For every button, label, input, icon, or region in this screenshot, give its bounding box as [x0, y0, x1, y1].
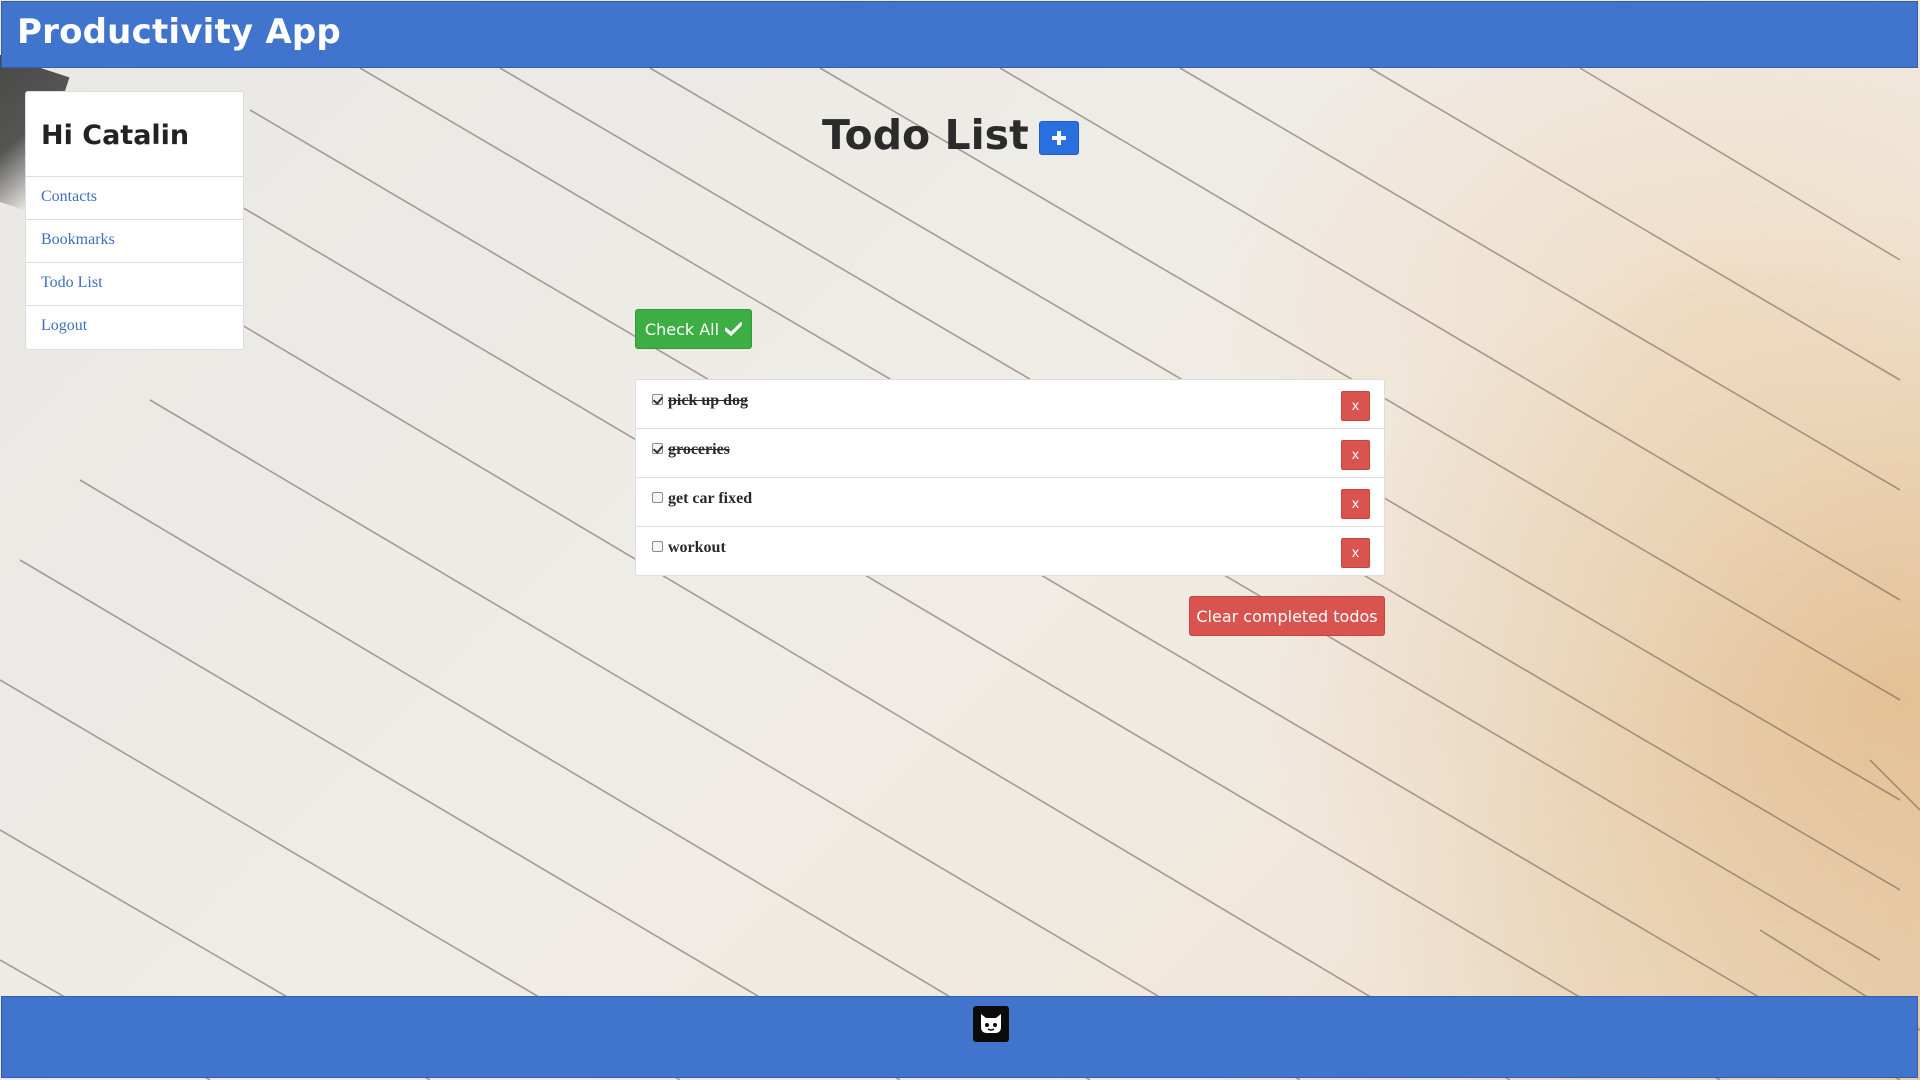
check-all-button[interactable]: Check All — [635, 309, 752, 349]
github-link[interactable] — [973, 1006, 1009, 1042]
app-brand[interactable]: Productivity App — [17, 12, 341, 52]
todo-text[interactable]: get car fixed — [668, 490, 752, 508]
todo-item: pick up dog x — [636, 380, 1384, 429]
sidebar-greeting: Hi Catalin — [26, 92, 243, 177]
delete-todo-button[interactable]: x — [1341, 489, 1370, 519]
todo-checkbox[interactable] — [652, 541, 663, 552]
page-title-row: Todo List — [822, 110, 1079, 160]
top-navbar: Productivity App — [1, 1, 1918, 68]
todo-text[interactable]: groceries — [668, 441, 730, 459]
sidebar-item-logout[interactable]: Logout — [26, 306, 243, 349]
todo-item: workout x — [636, 527, 1384, 575]
delete-todo-button[interactable]: x — [1341, 440, 1370, 470]
todo-checkbox[interactable] — [652, 394, 663, 405]
sidebar-item-bookmarks[interactable]: Bookmarks — [26, 220, 243, 263]
delete-todo-button[interactable]: x — [1341, 391, 1370, 421]
todo-item: get car fixed x — [636, 478, 1384, 527]
todo-checkbox[interactable] — [652, 443, 663, 454]
clear-completed-button[interactable]: Clear completed todos — [1189, 596, 1385, 636]
todo-checkbox[interactable] — [652, 492, 663, 503]
plus-icon — [1051, 131, 1066, 145]
sidebar-panel: Hi Catalin Contacts Bookmarks Todo List … — [25, 91, 244, 350]
checkmark-icon — [725, 322, 743, 336]
github-icon — [981, 1014, 1001, 1033]
todo-list: pick up dog x groceries x get car fixed … — [635, 379, 1385, 576]
delete-todo-button[interactable]: x — [1341, 538, 1370, 568]
todo-text[interactable]: pick up dog — [668, 392, 748, 410]
sidebar-item-todo-list[interactable]: Todo List — [26, 263, 243, 306]
footer-bar — [1, 996, 1918, 1078]
sidebar-item-contacts[interactable]: Contacts — [26, 177, 243, 220]
page-title: Todo List — [822, 111, 1029, 159]
check-all-label: Check All — [644, 319, 720, 339]
add-todo-button[interactable] — [1038, 121, 1079, 155]
todo-item: groceries x — [636, 429, 1384, 478]
todo-text[interactable]: workout — [668, 539, 726, 557]
